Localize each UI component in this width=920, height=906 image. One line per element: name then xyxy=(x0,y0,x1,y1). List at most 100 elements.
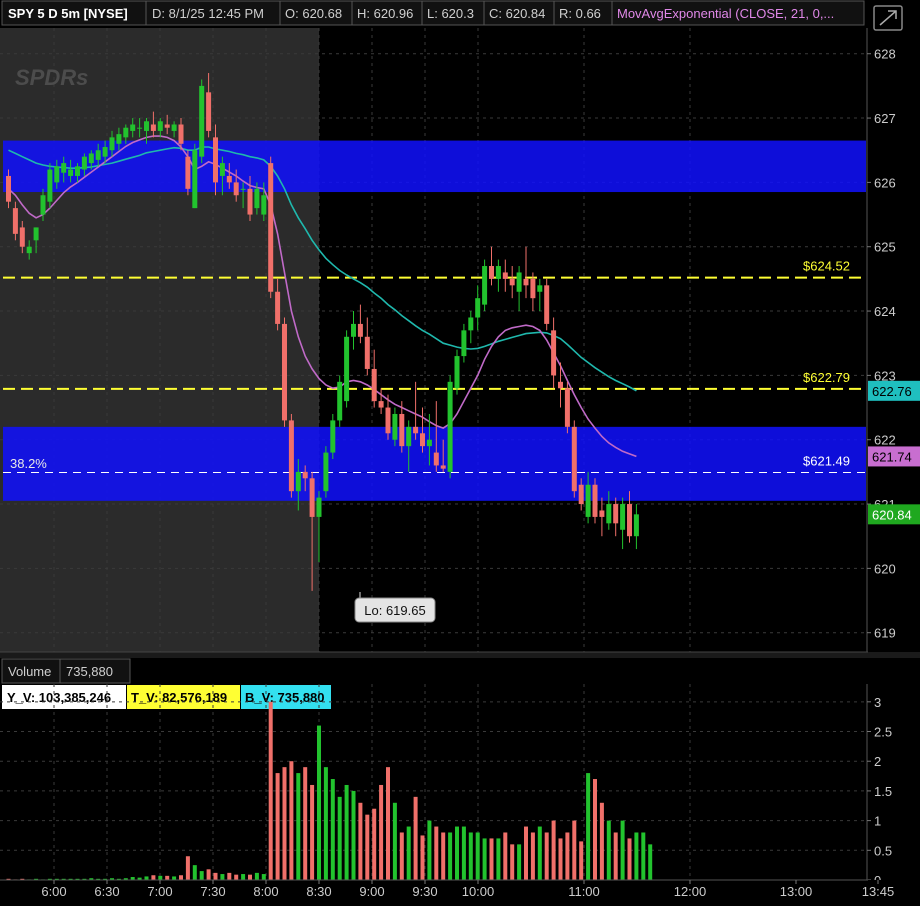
candle[interactable] xyxy=(199,79,205,164)
volume-bar[interactable] xyxy=(503,832,508,880)
volume-bar[interactable] xyxy=(192,865,197,880)
candle[interactable] xyxy=(330,413,336,460)
volume-bar[interactable] xyxy=(220,874,225,880)
volume-bar[interactable] xyxy=(641,832,646,880)
volume-bar[interactable] xyxy=(627,838,632,880)
candle[interactable] xyxy=(185,150,191,196)
volume-bar[interactable] xyxy=(303,767,308,880)
candle-body xyxy=(81,156,87,170)
volume-bar[interactable] xyxy=(461,826,466,880)
volume-bar[interactable] xyxy=(323,767,328,880)
volume-bar[interactable] xyxy=(648,844,653,880)
volume-bar[interactable] xyxy=(634,832,639,880)
volume-bar[interactable] xyxy=(234,874,239,880)
volume-bar[interactable] xyxy=(558,838,563,880)
volume-bar[interactable] xyxy=(344,784,349,880)
volume-bar[interactable] xyxy=(517,844,522,880)
candle[interactable] xyxy=(268,156,274,299)
volume-bar[interactable] xyxy=(151,875,156,880)
volume-bar[interactable] xyxy=(530,832,535,880)
volume-bar[interactable] xyxy=(144,876,149,880)
volume-bar[interactable] xyxy=(379,784,384,880)
volume-bar[interactable] xyxy=(282,767,287,880)
volume-bar[interactable] xyxy=(172,876,177,880)
candle[interactable] xyxy=(282,317,287,427)
candle[interactable] xyxy=(447,375,453,479)
candle-body xyxy=(613,504,619,524)
volume-bar[interactable] xyxy=(358,802,363,880)
volume-bar[interactable] xyxy=(524,826,528,880)
volume-bar[interactable] xyxy=(420,835,425,880)
volume-bar[interactable] xyxy=(386,767,390,880)
volume-bar[interactable] xyxy=(544,832,549,880)
candle-body xyxy=(123,127,129,138)
volume-bar[interactable] xyxy=(593,779,597,880)
volume-bar[interactable] xyxy=(268,701,273,880)
volume-bar[interactable] xyxy=(261,874,266,880)
volume-bar[interactable] xyxy=(599,802,604,880)
volume-bar[interactable] xyxy=(606,820,611,880)
volume-bar[interactable] xyxy=(441,832,446,880)
volume-bar[interactable] xyxy=(165,875,170,880)
volume-bar[interactable] xyxy=(351,790,356,880)
volume-bar[interactable] xyxy=(330,779,335,880)
volume-bar[interactable] xyxy=(448,832,453,880)
candle[interactable] xyxy=(454,349,460,395)
symbol-title[interactable]: SPY 5 D 5m [NYSE] xyxy=(8,6,128,21)
volume-bar[interactable] xyxy=(310,784,315,880)
volume-bar[interactable] xyxy=(254,872,259,880)
volume-bar[interactable] xyxy=(427,820,432,880)
candle[interactable] xyxy=(288,413,294,498)
candle[interactable] xyxy=(47,163,53,209)
maximize-icon[interactable] xyxy=(873,5,903,31)
volume-bar[interactable] xyxy=(241,874,246,880)
candle[interactable] xyxy=(544,278,550,331)
candle[interactable] xyxy=(592,478,598,524)
volume-bar[interactable] xyxy=(185,856,190,880)
volume-bar[interactable] xyxy=(372,808,377,880)
volume-bar[interactable] xyxy=(317,725,321,880)
volume-bar[interactable] xyxy=(613,832,618,880)
volume-bar[interactable] xyxy=(406,826,411,880)
volume-bar[interactable] xyxy=(206,869,211,880)
volume-bar[interactable] xyxy=(337,796,342,880)
volume-bar[interactable] xyxy=(213,872,218,880)
volume-bar[interactable] xyxy=(475,832,480,880)
volume-bar[interactable] xyxy=(413,796,418,880)
volume-bar[interactable] xyxy=(248,874,252,880)
volume-bar[interactable] xyxy=(179,875,183,880)
candle[interactable] xyxy=(482,259,488,312)
candle[interactable] xyxy=(192,143,198,209)
volume-bar[interactable] xyxy=(537,826,542,880)
volume-bar[interactable] xyxy=(199,871,204,880)
volume-bar[interactable] xyxy=(275,773,280,880)
volume-bar[interactable] xyxy=(489,838,494,880)
candle[interactable] xyxy=(337,375,343,427)
candle[interactable] xyxy=(344,330,350,408)
volume-bar[interactable] xyxy=(482,838,487,880)
volume-bar[interactable] xyxy=(572,820,577,880)
header-study[interactable]: MovAvgExponential (CLOSE, 21, 0,... xyxy=(617,6,834,21)
volume-bar[interactable] xyxy=(510,844,515,880)
volume-bar[interactable] xyxy=(455,826,459,880)
volume-bar[interactable] xyxy=(227,872,232,880)
volume-bar[interactable] xyxy=(296,773,301,880)
volume-bar[interactable] xyxy=(289,761,294,880)
volume-bar[interactable] xyxy=(551,820,556,880)
volume-bar[interactable] xyxy=(620,820,625,880)
volume-bar[interactable] xyxy=(365,814,370,880)
volume-bar[interactable] xyxy=(158,875,163,880)
volume-bar[interactable] xyxy=(579,841,584,880)
volume-bar[interactable] xyxy=(586,773,591,880)
volume-bar[interactable] xyxy=(434,826,439,880)
candle[interactable] xyxy=(571,420,577,498)
volume-bar[interactable] xyxy=(565,832,570,880)
volume-bar[interactable] xyxy=(496,838,501,880)
volume-bar[interactable] xyxy=(399,832,404,880)
volume-bar[interactable] xyxy=(392,802,397,880)
volume-label[interactable]: Volume xyxy=(8,664,51,679)
candle[interactable] xyxy=(323,446,329,498)
panel-divider[interactable] xyxy=(0,652,920,658)
candle[interactable] xyxy=(564,381,570,434)
volume-bar[interactable] xyxy=(468,832,473,880)
